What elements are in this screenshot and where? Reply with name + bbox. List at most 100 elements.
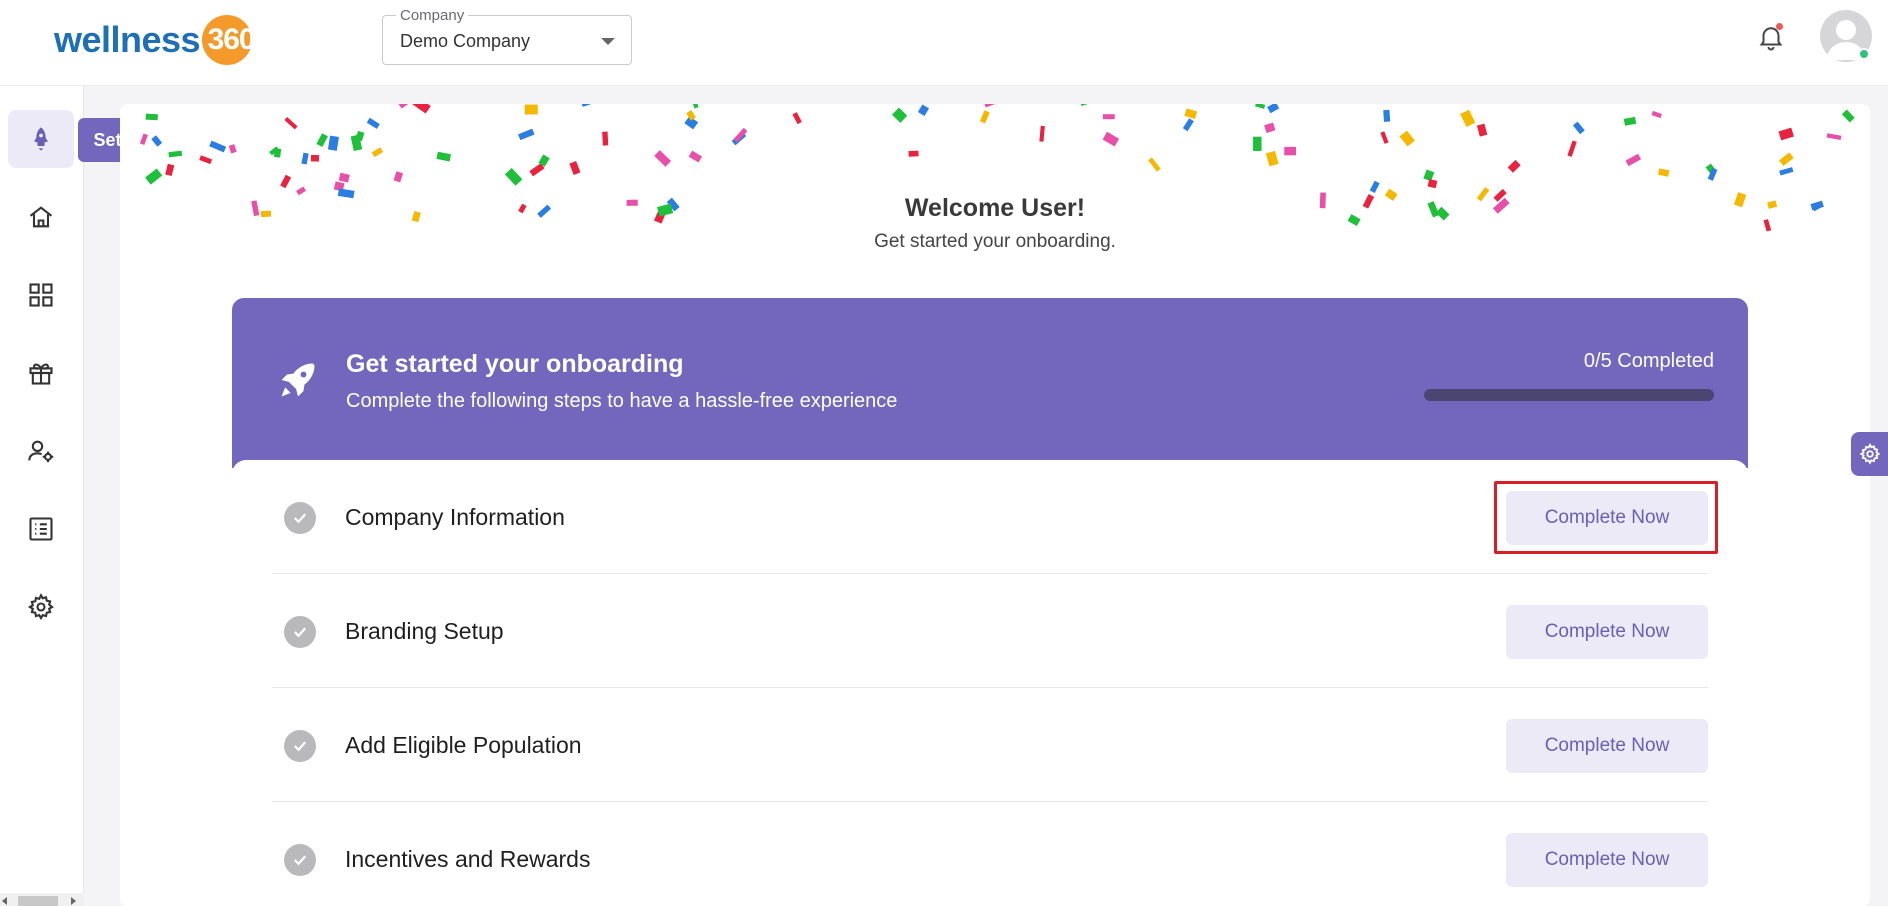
scrollbar-thumb[interactable] <box>18 896 58 906</box>
sidebar-item-settings[interactable] <box>8 578 74 636</box>
welcome-subtitle: Get started your onboarding. <box>874 231 1116 252</box>
online-status-dot <box>1858 48 1870 60</box>
confetti-piece <box>301 152 309 165</box>
confetti-piece <box>524 104 538 115</box>
confetti-piece <box>1255 104 1266 109</box>
confetti-piece <box>1651 110 1662 119</box>
company-select-value: Demo Company <box>400 31 531 51</box>
confetti-piece <box>792 112 802 125</box>
confetti-piece <box>310 154 320 162</box>
step-label: Add Eligible Population <box>345 732 582 758</box>
confetti-piece <box>209 140 227 153</box>
sidebar-item-home[interactable] <box>8 188 74 246</box>
notification-bell-icon[interactable] <box>1756 20 1786 54</box>
complete-now-button-branding-setup[interactable]: Complete Now <box>1506 605 1708 659</box>
scroll-right-icon[interactable] <box>71 897 76 905</box>
confetti-piece <box>979 110 990 124</box>
dashboard-grid-icon <box>29 283 53 307</box>
confetti-piece <box>1102 114 1115 120</box>
check-circle-icon <box>284 616 316 648</box>
sidebar <box>0 86 84 906</box>
chevron-down-icon <box>601 38 615 45</box>
step-label: Company Information <box>345 504 565 530</box>
confetti-piece <box>1284 146 1296 156</box>
confetti-piece <box>145 168 163 185</box>
confetti-piece <box>1567 140 1577 157</box>
confetti-piece <box>891 107 908 123</box>
sidebar-item-setup[interactable] <box>8 110 74 168</box>
confetti-piece <box>1779 152 1794 167</box>
company-select[interactable]: Company Demo Company <box>382 7 632 65</box>
confetti-piece <box>1625 153 1642 167</box>
confetti-piece <box>366 117 380 129</box>
confetti-piece <box>1078 104 1093 107</box>
confetti-piece <box>1658 168 1670 177</box>
confetti-piece <box>518 128 535 141</box>
confetti-piece <box>1399 130 1415 147</box>
confetti-piece <box>436 151 451 162</box>
step-row-add-eligible-population: Add Eligible Population Complete Now <box>272 688 1708 802</box>
confetti-piece <box>1102 131 1120 147</box>
confetti-piece <box>1380 131 1389 144</box>
wellness360-logo[interactable]: wellness 360 <box>54 14 256 66</box>
rocket-icon <box>281 363 315 397</box>
confetti-piece <box>338 172 350 183</box>
confetti-piece <box>1841 109 1855 123</box>
onboarding-progress-bar <box>1424 389 1714 401</box>
step-label: Branding Setup <box>345 618 504 644</box>
gift-icon <box>29 363 53 385</box>
home-icon <box>29 206 53 228</box>
user-settings-icon <box>28 440 54 463</box>
onboarding-subtitle: Complete the following steps to have a h… <box>346 390 898 412</box>
notification-dot <box>1776 23 1783 30</box>
confetti-piece <box>228 144 237 154</box>
progress-label: 0/5 Completed <box>1583 350 1714 372</box>
confetti-piece <box>280 174 292 189</box>
list-icon <box>29 517 53 541</box>
check-circle-icon <box>284 502 316 534</box>
complete-now-button-add-eligible-population[interactable]: Complete Now <box>1506 719 1708 773</box>
onboarding-banner: Get started your onboarding Complete the… <box>232 298 1748 468</box>
onboarding-page: Welcome User! Get started your onboardin… <box>120 104 1870 906</box>
confetti-piece <box>654 150 672 167</box>
sidebar-scrollbar[interactable] <box>0 893 84 906</box>
confetti-piece <box>504 167 523 186</box>
sidebar-item-dashboard[interactable] <box>8 266 74 324</box>
complete-now-button-incentives-and-rewards[interactable]: Complete Now <box>1506 833 1708 887</box>
step-label: Incentives and Rewards <box>345 846 591 872</box>
confetti-piece <box>1184 108 1198 119</box>
confetti-piece <box>1423 169 1435 182</box>
confetti-piece <box>1460 109 1476 127</box>
confetti-piece <box>412 104 431 114</box>
complete-now-button-company-information[interactable]: Complete Now <box>1506 491 1708 545</box>
top-header: wellness 360 Company Demo Company <box>0 0 1888 86</box>
confetti-piece <box>1182 118 1194 132</box>
step-row-company-information: Company Information Complete Now <box>272 460 1718 574</box>
confetti-piece <box>1271 154 1277 164</box>
confetti-piece <box>1779 167 1794 176</box>
sidebar-item-reports[interactable] <box>8 500 74 558</box>
confetti-piece <box>569 161 581 176</box>
rocket-icon <box>34 127 48 151</box>
logo-number: 360 <box>207 23 256 56</box>
sidebar-item-rewards[interactable] <box>8 344 74 402</box>
confetti-piece <box>983 104 999 108</box>
settings-side-tab[interactable] <box>1851 432 1888 476</box>
step-row-branding-setup: Branding Setup Complete Now <box>272 574 1708 688</box>
confetti-piece <box>1148 157 1161 172</box>
confetti-piece <box>581 104 596 107</box>
scroll-left-icon[interactable] <box>2 897 7 905</box>
onboarding-steps-list: Company Information Complete Now Brandin… <box>232 460 1748 906</box>
confetti-piece <box>273 148 282 158</box>
check-circle-icon <box>284 730 316 762</box>
confetti-piece <box>1826 133 1842 141</box>
confetti-piece <box>371 147 384 158</box>
logo-text: wellness <box>54 19 201 60</box>
confetti-piece <box>1253 136 1262 151</box>
confetti-piece <box>396 104 409 109</box>
sidebar-item-user-management[interactable] <box>8 422 74 480</box>
confetti-piece <box>690 104 699 109</box>
confetti-piece <box>199 155 213 165</box>
confetti-piece <box>165 163 175 177</box>
confetti-piece <box>393 171 404 183</box>
